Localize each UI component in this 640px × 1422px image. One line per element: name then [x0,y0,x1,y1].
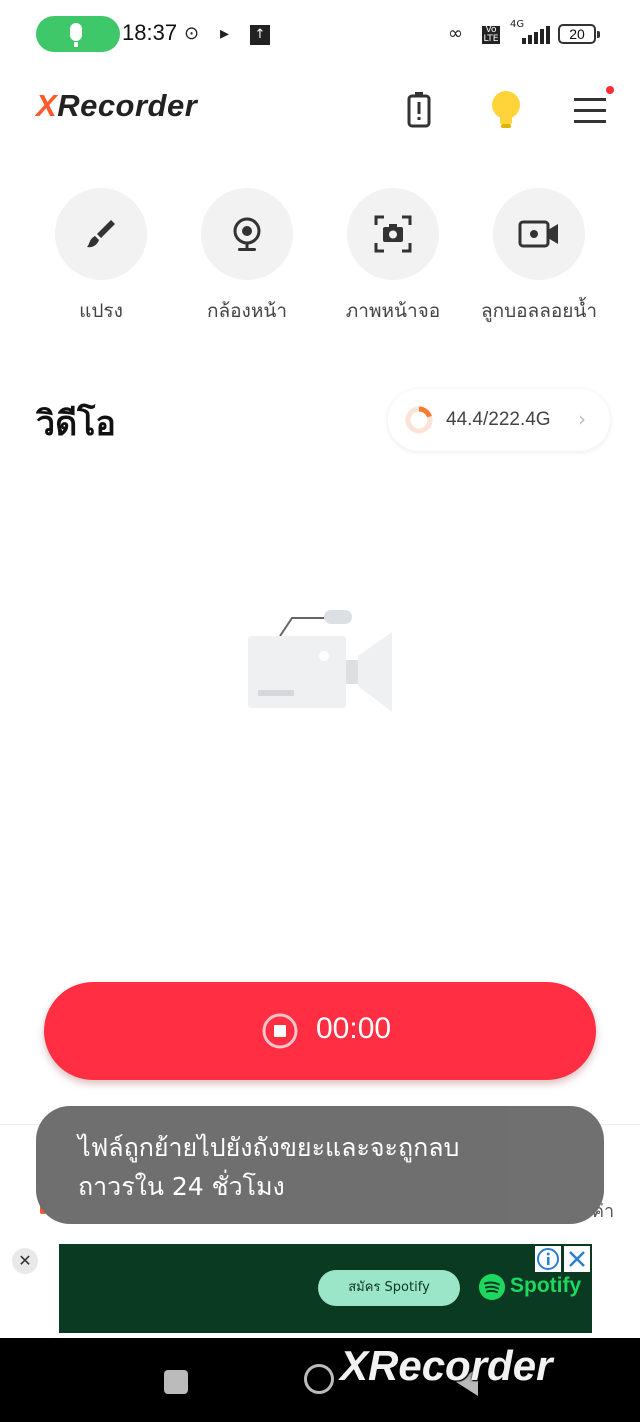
ad-banner[interactable]: สมัคร Spotify Spotify [59,1244,592,1333]
mic-indicator [36,16,120,52]
toast-line-1: ไฟล์ถูกย้ายไปยังถังขยะและจะถูกลบ [78,1133,460,1162]
toast-text: ไฟล์ถูกย้ายไปยังถังขยะและจะถูกลบ ถาวรใน … [78,1128,578,1206]
status-bar: 18:37 ⊙ ▸ ↑ ∞ Vo LTE 4G 20 [0,0,640,70]
upload-status-icon: ↑ [250,25,270,45]
watermark: XRecorder [340,1342,553,1389]
signal-icon [522,26,550,44]
tool-front-camera[interactable]: กล้องหน้า [174,188,320,326]
logo-x: X [36,88,58,123]
tool-brush-circle [55,188,147,280]
menu-icon[interactable] [568,88,612,132]
spotify-icon [479,1274,505,1300]
battery-saver-icon[interactable] [398,88,442,132]
play-status-icon: ▸ [220,23,230,44]
status-time: 18:37 [122,20,178,45]
webcam-icon [233,217,261,251]
logo-text: Recorder [57,88,198,123]
stop-icon [262,1013,298,1049]
tool-floating-ball[interactable]: ลูกบอลลอยน้ำ [466,188,612,326]
info-icon[interactable] [535,1246,561,1272]
toast-line-2: ถาวรใน 24 ชั่วโมง [78,1172,285,1201]
tool-screenshot-circle [347,188,439,280]
home-button[interactable] [304,1364,334,1394]
tool-screenshot[interactable]: ภาพหน้าจอ [320,188,466,326]
storage-indicator[interactable]: 44.4/222.4G › [388,389,610,451]
section-title: วิดีโอ [36,404,116,444]
toast-message: ไฟล์ถูกย้ายไปยังถังขยะและจะถูกลบ ถาวรใน … [36,1106,604,1224]
chevron-right-icon: › [578,407,586,431]
ad-brand-name: Spotify [510,1274,582,1297]
ad-cta-button[interactable]: สมัคร Spotify [318,1270,460,1306]
stop-record-button[interactable]: 00:00 [44,982,596,1080]
tool-brush[interactable]: แปรง [28,188,174,326]
brush-icon [87,220,115,248]
mic-icon [70,23,82,47]
tool-floating-circle [493,188,585,280]
storage-value: 44.4/222.4G [446,409,551,430]
volte-icon: Vo LTE [482,25,500,44]
ad-close-button[interactable]: ✕ [12,1248,38,1274]
app-logo: XRecorder [36,88,197,124]
hotspot-icon: ∞ [448,23,463,44]
storage-ring-icon [405,406,433,434]
tool-label: แปรง [79,300,123,322]
ad-x-icon[interactable] [564,1246,590,1272]
record-timer: 00:00 [316,1012,392,1045]
tool-label: ลูกบอลลอยน้ำ [480,300,598,322]
tool-camera-circle [201,188,293,280]
tool-label: กล้องหน้า [206,300,288,322]
empty-video-icon [248,610,392,712]
lightbulb-icon[interactable] [484,88,528,132]
battery-indicator: 20 [558,24,600,44]
tool-label: ภาพหน้าจอ [345,300,441,322]
screenshot-icon [374,215,412,253]
notification-dot [606,86,614,94]
recent-apps-button[interactable] [164,1370,188,1394]
record-status-icon: ⊙ [184,23,200,44]
floating-ball-icon [518,220,558,248]
